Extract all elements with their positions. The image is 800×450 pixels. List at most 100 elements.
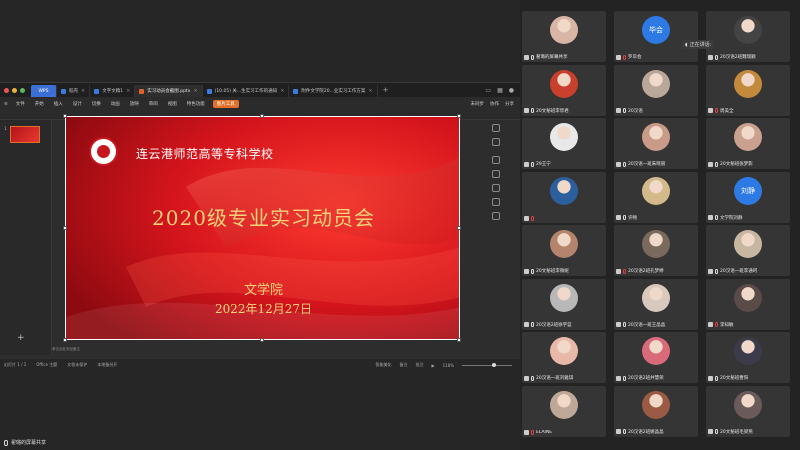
- menu-right-item[interactable]: 分享: [505, 101, 514, 107]
- slide-thumbnail[interactable]: [10, 126, 40, 143]
- zoom-dot-icon[interactable]: [20, 87, 25, 93]
- close-tab-icon[interactable]: ×: [193, 88, 197, 94]
- resize-handle[interactable]: [63, 226, 67, 230]
- tab-2[interactable]: 文字文稿1 ×: [90, 85, 136, 97]
- participant-caption: 20汉语2班井慧荣: [616, 375, 664, 381]
- image-icon[interactable]: [492, 184, 500, 192]
- notes-placeholder[interactable]: 单击此处添加备注: [52, 347, 80, 352]
- select-icon[interactable]: [492, 124, 500, 132]
- resize-handle[interactable]: [457, 226, 461, 230]
- participant-tile[interactable]: 周美全: [706, 64, 790, 116]
- new-tab-icon[interactable]: +: [378, 86, 394, 94]
- menu-item[interactable]: 动画: [111, 101, 120, 107]
- layers-icon[interactable]: [492, 138, 500, 146]
- participant-tile[interactable]: 翟璐的屏幕共享: [522, 11, 606, 62]
- participant-tile[interactable]: 20汉语一班王晶晶: [614, 278, 698, 330]
- participant-tile[interactable]: 20汉语2班井慧荣: [614, 332, 698, 383]
- participant-tile[interactable]: 20汉语2班徐宇蓝: [522, 278, 606, 330]
- menu-right-item[interactable]: 协作: [490, 101, 499, 107]
- participant-tile[interactable]: 20汉语: [614, 64, 698, 116]
- menu-item[interactable]: 设计: [73, 101, 82, 107]
- menu-item[interactable]: 审阅: [149, 101, 158, 107]
- menu-item[interactable]: 文件: [16, 101, 25, 107]
- word-icon: [94, 88, 100, 94]
- zoom-icon[interactable]: [492, 156, 500, 164]
- participant-tile[interactable]: 李知敏: [706, 278, 790, 330]
- camera-icon: [616, 375, 621, 381]
- participant-tile[interactable]: 刘静 文学院刘静: [706, 171, 790, 223]
- tab-1[interactable]: 稻壳 ×: [57, 85, 91, 97]
- mic-icon: [531, 108, 534, 113]
- participant-tile[interactable]: 毕会 罗毕会: [614, 11, 698, 62]
- camera-icon: [708, 268, 713, 274]
- tab-0[interactable]: WPS: [31, 85, 57, 97]
- grid-icon[interactable]: ▦: [497, 87, 503, 94]
- camera-icon: [524, 268, 529, 274]
- menu-hamburger-icon[interactable]: ≡: [4, 102, 8, 107]
- participant-tile[interactable]: 20文秘班李微妮: [522, 225, 606, 276]
- resize-handle[interactable]: [63, 114, 67, 118]
- status-item: Office 主题: [36, 362, 58, 367]
- participant-tile[interactable]: 20汉语一班刘雅琪: [522, 332, 606, 383]
- zoom-level[interactable]: 118%: [443, 363, 454, 368]
- status-action[interactable]: 备注: [399, 362, 407, 368]
- participant-tile[interactable]: 20汉语2班孔梦婷: [614, 225, 698, 276]
- minimize-dot-icon[interactable]: [12, 87, 17, 93]
- status-right: 智能美化 备注 批注 ▶ 118%: [375, 362, 520, 368]
- menu-item[interactable]: 插入: [54, 101, 63, 107]
- menu-picture-tools[interactable]: 图片工具: [212, 100, 239, 108]
- slide[interactable]: 连云港师范高等专科学校 2020级专业实习动员会 文学院 2022年12月27日: [65, 116, 460, 340]
- resize-handle[interactable]: [457, 338, 461, 342]
- status-action[interactable]: 批注: [415, 362, 423, 368]
- crop-icon[interactable]: [492, 170, 500, 178]
- participant-tile[interactable]: 20汉语2班魏瑞颖: [706, 11, 790, 62]
- avatar: [642, 283, 670, 312]
- participant-tile[interactable]: 20文秘班毛梁燕: [706, 385, 790, 437]
- menu-item[interactable]: 切换: [92, 101, 101, 107]
- resize-handle[interactable]: [260, 114, 264, 118]
- resize-handle[interactable]: [63, 338, 67, 342]
- participant-name: 29王宁: [536, 162, 551, 167]
- avatar[interactable]: ●: [509, 87, 514, 94]
- status-item[interactable]: 本地备份开: [97, 362, 117, 368]
- participant-tile[interactable]: [522, 171, 606, 223]
- close-tab-icon[interactable]: ×: [280, 88, 284, 94]
- participant-tile[interactable]: ELAINE: [522, 385, 606, 437]
- close-tab-icon[interactable]: ×: [126, 88, 130, 94]
- resize-handle[interactable]: [260, 338, 264, 342]
- resize-handle[interactable]: [457, 114, 461, 118]
- add-slide-icon[interactable]: +: [17, 333, 25, 343]
- status-action[interactable]: 智能美化: [375, 362, 391, 368]
- menu-item[interactable]: 开始: [35, 101, 44, 107]
- mic-icon: [623, 108, 626, 113]
- zoom-slider[interactable]: [462, 362, 512, 367]
- tab-3[interactable]: 实习动员会截图.pptx ×: [135, 85, 203, 97]
- layout-icon[interactable]: ▭: [485, 87, 491, 94]
- menu-item[interactable]: 放映: [130, 101, 139, 107]
- participant-caption: 20文秘班李微妮: [524, 268, 569, 274]
- participant-tile[interactable]: 20汉语2班姚晶晶: [614, 385, 698, 437]
- participant-name: 周美全: [720, 108, 734, 114]
- participant-tile[interactable]: 许畅: [614, 171, 698, 223]
- participant-tile[interactable]: 20汉语一班李通珂: [706, 225, 790, 276]
- participant-tile[interactable]: 20文秘班曹阳: [706, 332, 790, 383]
- more-icon[interactable]: [492, 212, 500, 220]
- menu-item[interactable]: 视图: [168, 101, 177, 107]
- participant-tile[interactable]: 20文秘班张梦影: [706, 118, 790, 169]
- close-tab-icon[interactable]: ×: [81, 88, 85, 94]
- participant-tile[interactable]: 20文秘班李欣君: [522, 64, 606, 116]
- tab-5[interactable]: 附件文学院20...业实习工作方案 ×: [289, 85, 378, 97]
- camera-icon: [524, 108, 529, 113]
- edit-icon[interactable]: [492, 198, 500, 206]
- participant-tile[interactable]: 29王宁: [522, 118, 606, 169]
- menu-right-item[interactable]: 未同步: [471, 101, 485, 107]
- menu-item[interactable]: 特色功能: [187, 101, 205, 107]
- status-item[interactable]: 文档未保护: [67, 362, 87, 368]
- zoom-knob[interactable]: [492, 362, 496, 367]
- camera-icon: [524, 215, 529, 221]
- close-dot-icon[interactable]: [4, 87, 9, 93]
- tab-4[interactable]: (10.05) 关...生实习工作的通知 ×: [203, 85, 290, 97]
- play-icon[interactable]: ▶: [431, 363, 434, 368]
- participant-tile[interactable]: 20汉语一班朱晓丽: [614, 118, 698, 169]
- close-tab-icon[interactable]: ×: [368, 88, 372, 94]
